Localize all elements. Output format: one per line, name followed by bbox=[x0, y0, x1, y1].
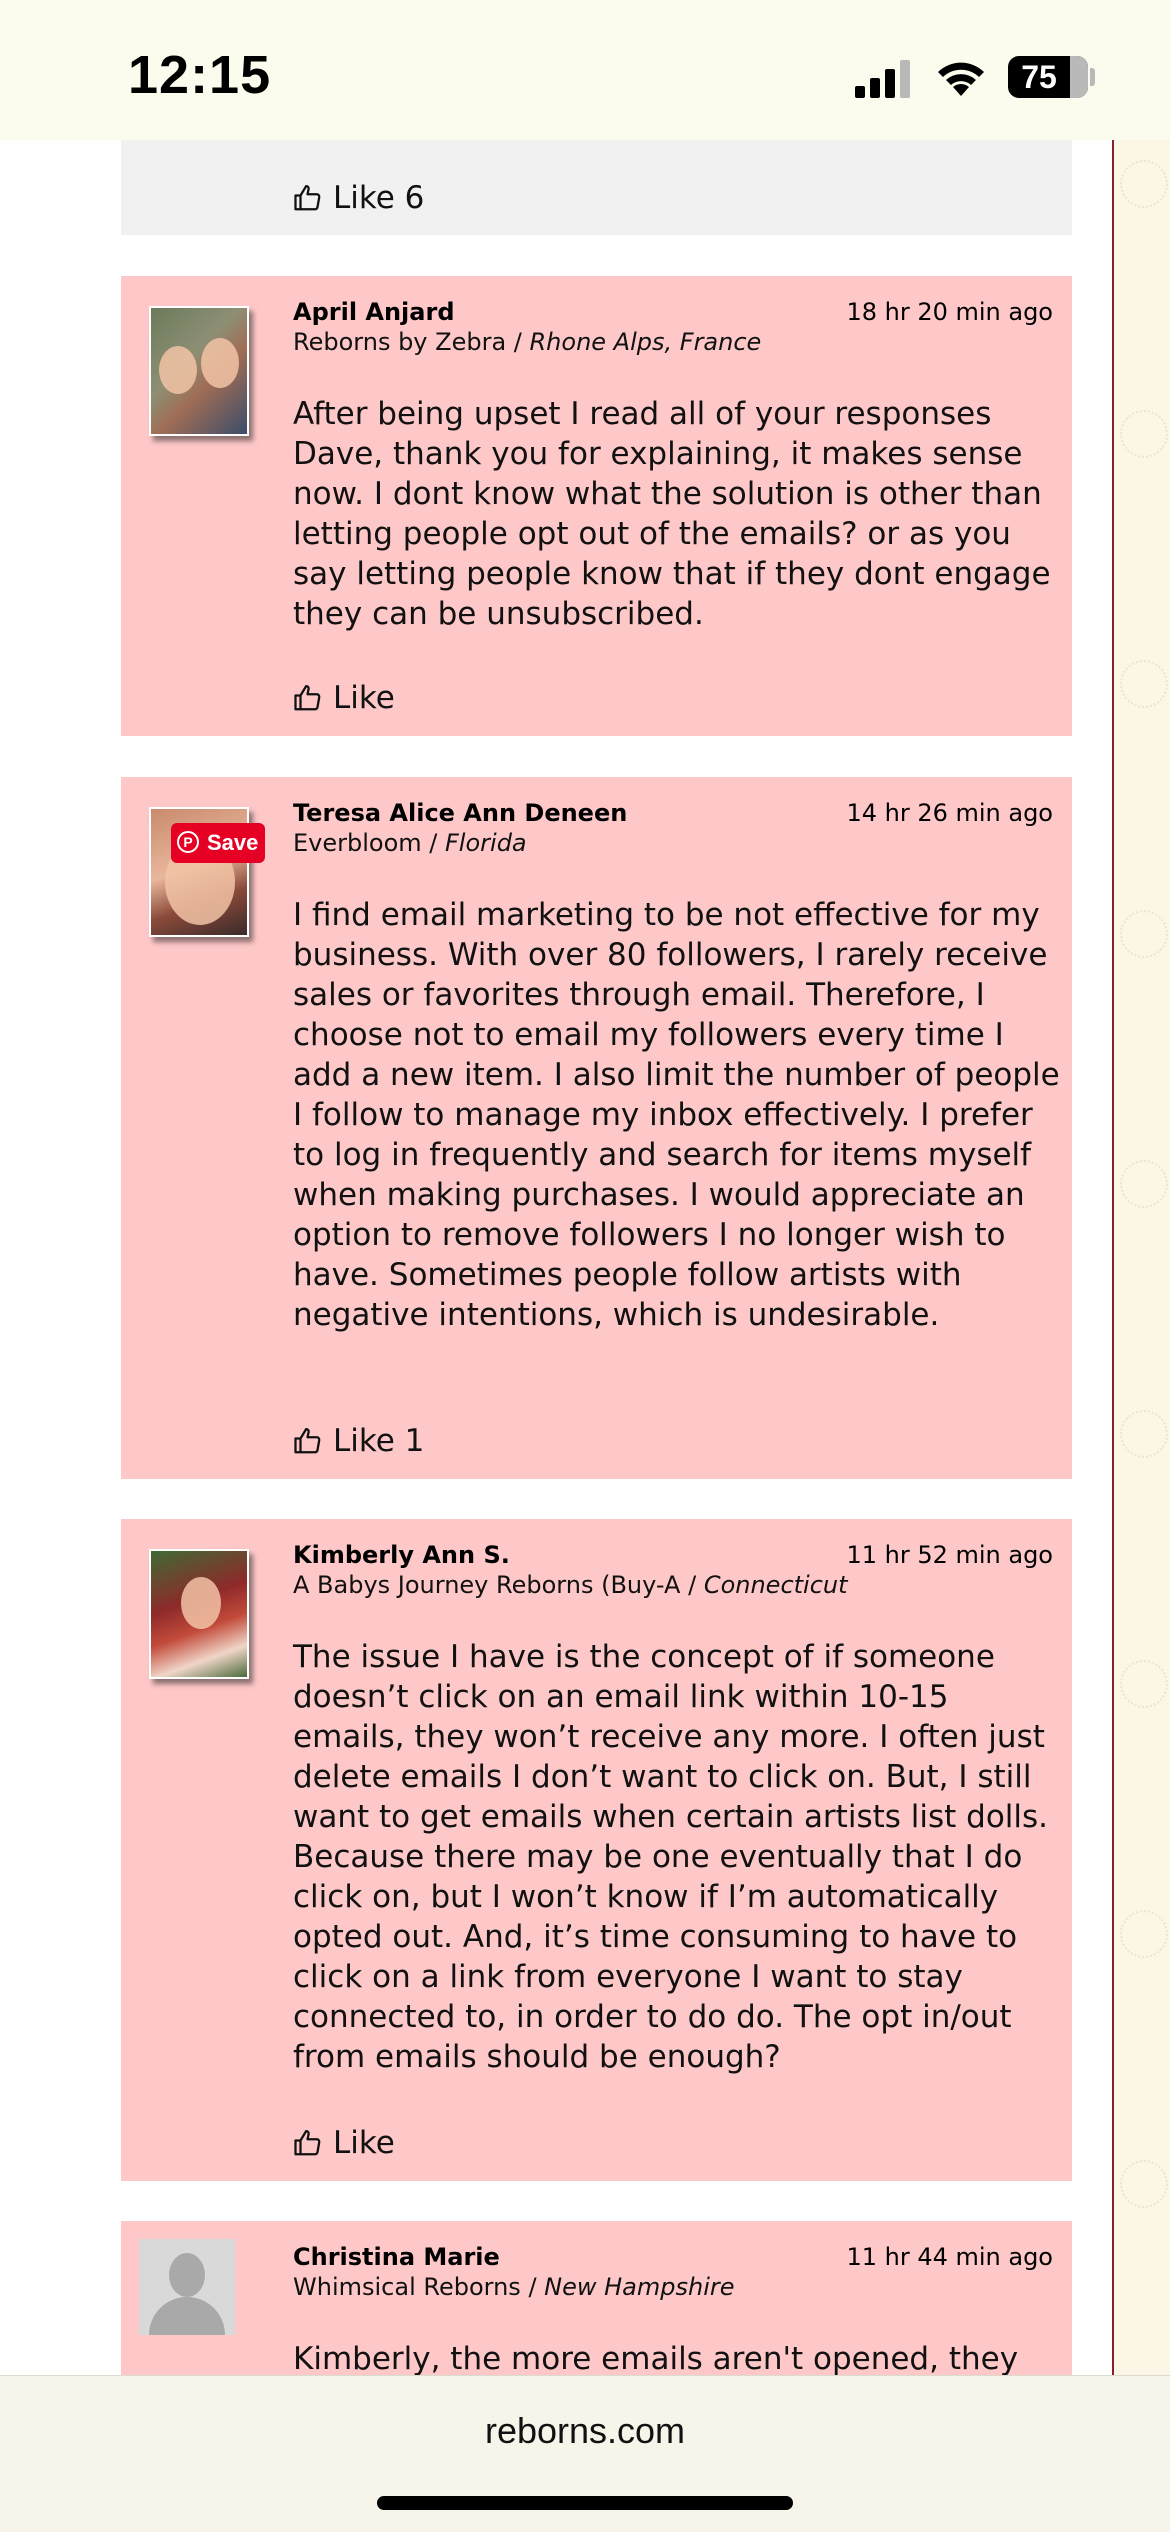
browser-address-bar[interactable]: reborns.com bbox=[0, 2375, 1170, 2532]
cellular-signal-icon bbox=[855, 58, 911, 98]
shop-location: Florida bbox=[445, 829, 527, 857]
comment-author[interactable]: Christina Marie bbox=[293, 2243, 500, 2271]
like-button[interactable]: Like 1 bbox=[293, 1421, 424, 1461]
comment-body: Kimberly, the more emails aren't opened,… bbox=[293, 2341, 1019, 2377]
wifi-icon bbox=[938, 62, 984, 96]
shop-name[interactable]: Whimsical Reborns bbox=[293, 2273, 521, 2301]
comment-timestamp: 11 hr 52 min ago bbox=[846, 1541, 1053, 1569]
comment-author[interactable]: Kimberly Ann S. bbox=[293, 1541, 510, 1569]
comment-card: Like 6 bbox=[121, 140, 1072, 235]
comment-card: April Anjard 18 hr 20 min ago Reborns by… bbox=[121, 276, 1072, 736]
shop-location: Connecticut bbox=[703, 1571, 848, 1599]
comment-timestamp: 18 hr 20 min ago bbox=[846, 298, 1053, 326]
comment-author[interactable]: Teresa Alice Ann Deneen bbox=[293, 799, 627, 827]
url-text[interactable]: reborns.com bbox=[0, 2410, 1170, 2452]
shop-location: New Hampshire bbox=[544, 2273, 735, 2301]
decorative-pattern-icon bbox=[1120, 910, 1168, 958]
decorative-side-strip bbox=[1114, 140, 1170, 2375]
like-label: Like bbox=[333, 2125, 395, 2161]
comment-timestamp: 14 hr 26 min ago bbox=[846, 799, 1053, 827]
decorative-pattern-icon bbox=[1120, 1160, 1168, 1208]
comment-author[interactable]: April Anjard bbox=[293, 298, 455, 326]
comment-body: I find email marketing to be not effecti… bbox=[293, 897, 1060, 1333]
like-label: Like 6 bbox=[333, 180, 425, 216]
comment-card: P Save Teresa Alice Ann Deneen 14 hr 26 … bbox=[121, 777, 1072, 1479]
decorative-pattern-icon bbox=[1120, 2160, 1168, 2208]
pinterest-icon: P bbox=[177, 831, 199, 853]
comment-card: Kimberly Ann S. 11 hr 52 min ago A Babys… bbox=[121, 1519, 1072, 2181]
page-border-line bbox=[1112, 140, 1114, 2375]
shop-name[interactable]: A Babys Journey Reborns (Buy-A bbox=[293, 1571, 680, 1599]
like-label: Like 1 bbox=[333, 1423, 425, 1459]
decorative-pattern-icon bbox=[1120, 410, 1168, 458]
comment-body: After being upset I read all of your res… bbox=[293, 396, 1051, 632]
pinterest-save-button[interactable]: P Save bbox=[171, 823, 265, 863]
decorative-pattern-icon bbox=[1120, 160, 1168, 208]
shop-location: Rhone Alps, France bbox=[529, 328, 762, 356]
home-indicator[interactable] bbox=[377, 2496, 793, 2510]
thumbs-up-icon bbox=[294, 685, 321, 711]
save-label: Save bbox=[207, 830, 259, 855]
comment-shop-line: A Babys Journey Reborns (Buy-A / Connect… bbox=[293, 1571, 848, 1599]
avatar[interactable] bbox=[149, 1549, 249, 1679]
like-label: Like bbox=[333, 680, 395, 716]
thumbs-up-icon bbox=[294, 185, 321, 211]
status-time: 12:15 bbox=[128, 45, 272, 105]
status-bar: 12:15 75 bbox=[0, 0, 1170, 140]
decorative-pattern-icon bbox=[1120, 1910, 1168, 1958]
comment-shop-line: Everbloom / Florida bbox=[293, 829, 527, 857]
comment-shop-line: Reborns by Zebra / Rhone Alps, France bbox=[293, 328, 762, 356]
shop-name[interactable]: Reborns by Zebra bbox=[293, 328, 506, 356]
decorative-pattern-icon bbox=[1120, 660, 1168, 708]
decorative-pattern-icon bbox=[1120, 1660, 1168, 1708]
thumbs-up-icon bbox=[294, 2130, 321, 2156]
page: Like 6 April Anjard 18 hr 20 min ago Reb… bbox=[0, 0, 1170, 2532]
like-button[interactable]: Like bbox=[293, 678, 395, 718]
battery-tip bbox=[1090, 68, 1095, 86]
default-avatar-icon[interactable] bbox=[139, 2239, 235, 2335]
decorative-pattern-icon bbox=[1120, 1410, 1168, 1458]
battery-level: 75 bbox=[1021, 59, 1057, 95]
like-button[interactable]: Like 6 bbox=[293, 178, 424, 218]
like-button[interactable]: Like bbox=[293, 2123, 395, 2163]
comment-timestamp: 11 hr 44 min ago bbox=[846, 2243, 1053, 2271]
avatar[interactable] bbox=[149, 306, 249, 436]
comment-body: The issue I have is the concept of if so… bbox=[293, 1639, 1049, 2075]
comment-shop-line: Whimsical Reborns / New Hampshire bbox=[293, 2273, 735, 2301]
shop-name[interactable]: Everbloom bbox=[293, 829, 422, 857]
battery-icon: 75 bbox=[1008, 56, 1088, 98]
thumbs-up-icon bbox=[294, 1428, 321, 1454]
